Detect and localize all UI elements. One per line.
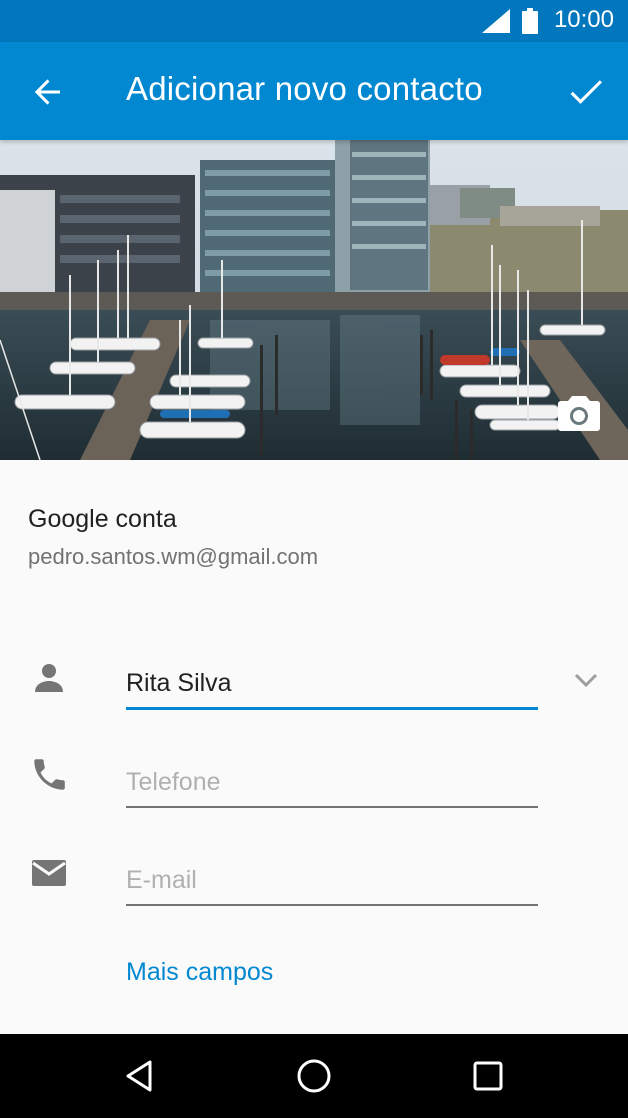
- chevron-down-icon[interactable]: [572, 666, 600, 694]
- email-input[interactable]: [126, 856, 538, 906]
- phone-field-row: [0, 748, 628, 828]
- phone-icon: [34, 759, 65, 790]
- phone-input[interactable]: [126, 758, 538, 808]
- navigation-bar: [0, 1034, 628, 1118]
- harbor-image: [0, 140, 628, 460]
- contact-photo[interactable]: [0, 140, 628, 460]
- name-input[interactable]: [126, 660, 538, 710]
- battery-icon: [522, 8, 538, 34]
- nav-home-icon[interactable]: [294, 1056, 334, 1096]
- signal-icon: [482, 9, 510, 33]
- app-bar: Adicionar novo contacto: [0, 42, 628, 140]
- account-email: pedro.santos.wm@gmail.com: [28, 544, 319, 569]
- email-icon: [32, 860, 66, 886]
- status-bar: 10:00: [0, 0, 628, 42]
- nav-back-icon[interactable]: [120, 1056, 160, 1096]
- more-fields-button[interactable]: Mais campos: [126, 958, 273, 987]
- email-field-row: [0, 846, 628, 926]
- person-icon: [35, 664, 63, 692]
- account-type: Google conta: [28, 505, 177, 533]
- camera-icon[interactable]: [556, 390, 602, 436]
- account-section: Google conta pedro.santos.wm@gmail.com: [28, 505, 318, 570]
- name-field-row: [0, 650, 628, 730]
- status-time: 10:00: [553, 6, 614, 33]
- page-title: Adicionar novo contacto: [126, 70, 483, 107]
- check-icon[interactable]: [566, 72, 606, 112]
- arrow-back-icon[interactable]: [28, 72, 68, 112]
- nav-recents-icon[interactable]: [468, 1056, 508, 1096]
